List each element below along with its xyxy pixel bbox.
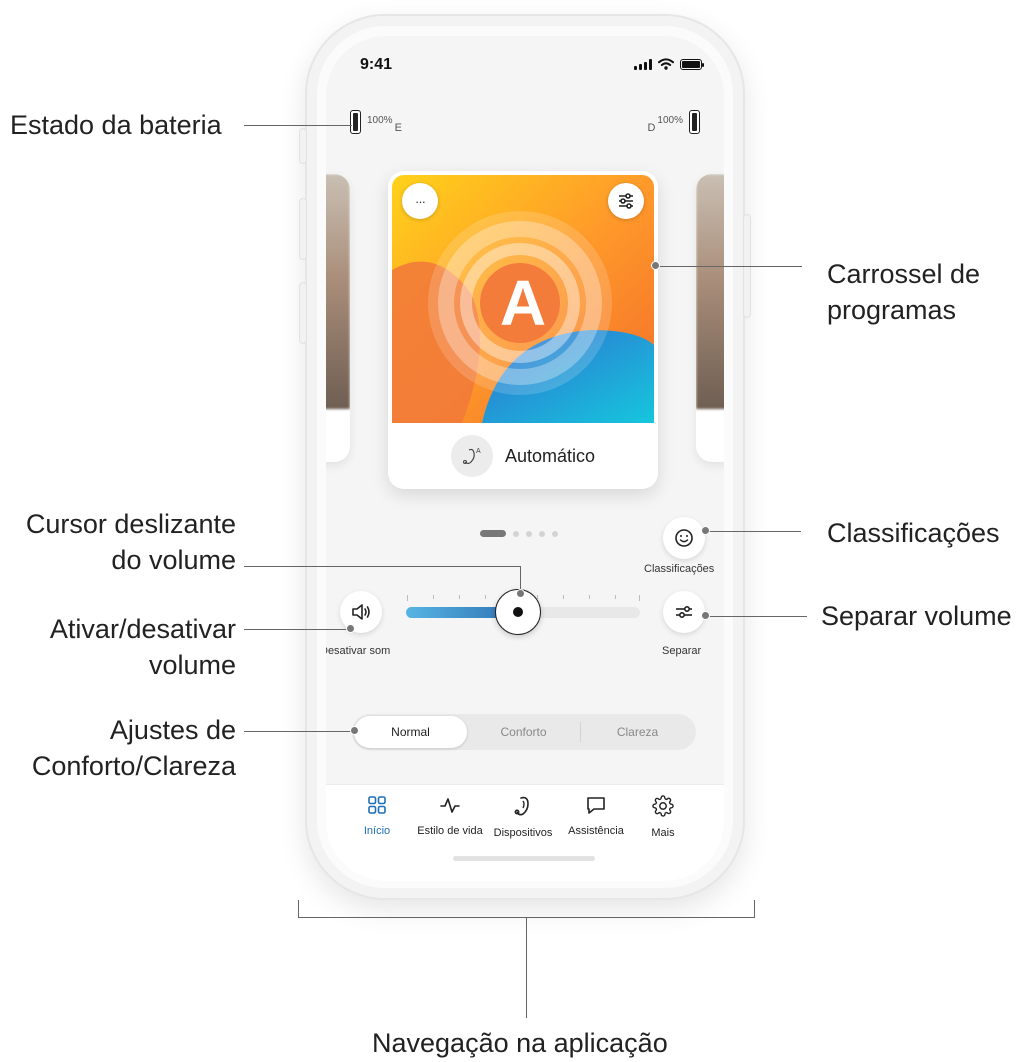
- callout-ratings: Classificações: [827, 518, 1000, 548]
- separate-volume-button[interactable]: [663, 591, 705, 633]
- split-sliders-icon: [676, 605, 692, 619]
- more-icon: ···: [415, 193, 426, 209]
- callout-pin: [346, 624, 355, 633]
- callout-line: [244, 731, 356, 732]
- phone-side-button: [299, 282, 307, 344]
- callout-pin: [651, 261, 660, 270]
- left-battery: 100% E: [350, 110, 402, 134]
- callout-line: [244, 629, 351, 630]
- pager-dot[interactable]: [513, 530, 519, 537]
- callout-program-carousel-line1: Carrossel de: [827, 259, 981, 289]
- nav-item-estilo-de-vida[interactable]: Estilo de vida: [414, 795, 486, 837]
- callout-pin: [350, 726, 359, 735]
- pager-dot[interactable]: [552, 530, 558, 537]
- callout-separate-volume: Separar volume: [821, 601, 1012, 631]
- sliders-icon: [619, 193, 633, 209]
- nav-item-mais[interactable]: Mais: [647, 795, 679, 839]
- nav-label: Início: [363, 825, 391, 837]
- callout-line: [657, 266, 802, 267]
- ratings-button[interactable]: [663, 517, 705, 559]
- callout-pin: [516, 589, 525, 598]
- nav-label: Mais: [651, 827, 675, 839]
- status-time: 9:41: [360, 56, 393, 73]
- nav-label: Estilo de vida: [417, 825, 483, 837]
- callout-comfort-clarity-line1: Ajustes de: [109, 715, 236, 745]
- nav-item-inicio[interactable]: Início: [358, 795, 396, 837]
- carousel-card-previous[interactable]: [326, 174, 350, 462]
- program-name: Automático: [504, 445, 596, 466]
- pager-dot[interactable]: [539, 530, 545, 537]
- nav-label: Dispositivos: [493, 827, 553, 839]
- status-icons: [634, 58, 704, 70]
- signal-icon: [634, 58, 652, 70]
- hearing-aid-auto-icon: A: [450, 435, 493, 477]
- mute-label: Desativar som: [326, 645, 391, 657]
- program-photo: [696, 174, 724, 409]
- callout-volume-slider-line2: do volume: [111, 545, 236, 575]
- bracket-line: [526, 917, 527, 1018]
- ratings-label: Classificações: [644, 563, 715, 575]
- home-indicator[interactable]: [453, 856, 595, 861]
- callout-comfort-clarity-line2: Conforto/Clareza: [31, 751, 236, 781]
- left-battery-percent: 100%: [367, 115, 393, 126]
- callout-toggle-volume-line2: volume: [148, 650, 236, 680]
- pager-dot[interactable]: [526, 530, 532, 537]
- phone-side-button: [299, 128, 307, 164]
- smile-icon: [675, 529, 693, 547]
- nav-item-assistencia[interactable]: Assistência: [562, 795, 630, 837]
- program-card[interactable]: A ··· A Automático: [388, 171, 658, 489]
- callout-program-carousel-line2: programas: [827, 295, 957, 325]
- callout-pin: [701, 526, 710, 535]
- svg-text:A: A: [476, 448, 481, 455]
- grid-icon: [368, 796, 386, 814]
- program-photo: [326, 174, 350, 409]
- callout-line: [244, 125, 352, 126]
- callout-line: [707, 531, 801, 532]
- bracket-line: [754, 900, 755, 918]
- callout-line: [244, 566, 521, 567]
- callout-toggle-volume-line1: Ativar/desativar: [49, 614, 236, 644]
- callout-battery-state: Estado da bateria: [10, 110, 222, 140]
- program-card-footer: A Automático: [388, 423, 658, 489]
- speaker-icon: [352, 604, 370, 620]
- right-battery: D 100%: [647, 110, 700, 134]
- left-side-label: E: [394, 122, 402, 134]
- callout-app-navigation: Navegação na aplicação: [372, 1028, 668, 1058]
- mode-normal[interactable]: Normal: [354, 716, 467, 748]
- activity-icon: [440, 798, 460, 813]
- pager-dot-active[interactable]: [480, 530, 506, 537]
- battery-icon: [350, 110, 361, 134]
- mode-conforto[interactable]: Conforto: [467, 716, 580, 748]
- bracket-line: [298, 900, 299, 918]
- carousel-card-next[interactable]: [696, 174, 724, 462]
- mode-clareza[interactable]: Clareza: [581, 716, 694, 748]
- bottom-navigation: Início Estilo de vida Dispositivos Assis…: [326, 784, 724, 881]
- nav-label: Assistência: [568, 825, 624, 837]
- wifi-icon: [658, 58, 674, 70]
- nav-item-dispositivos[interactable]: Dispositivos: [492, 795, 554, 839]
- callout-volume-slider-line1: Cursor deslizante: [25, 509, 236, 539]
- separate-label: Separar: [662, 645, 702, 657]
- carousel-pager: [480, 530, 558, 537]
- phone-side-button: [299, 198, 307, 260]
- gear-icon: [652, 795, 674, 817]
- battery-icon: [689, 110, 700, 134]
- phone-battery-icon: [680, 58, 704, 70]
- program-letter: A: [499, 267, 547, 339]
- program-settings-button[interactable]: [608, 183, 644, 219]
- sound-mode-selector: Normal Conforto Clareza: [352, 714, 696, 750]
- chat-icon: [587, 797, 605, 814]
- app-screen: 9:41 100% E D 100% A ··· A Automático Cl…: [326, 36, 724, 881]
- program-options-button[interactable]: ···: [402, 183, 438, 219]
- hearing-aid-icon: [514, 796, 529, 816]
- right-battery-percent: 100%: [657, 115, 683, 126]
- right-side-label: D: [647, 122, 656, 134]
- callout-line: [707, 616, 807, 617]
- callout-pin: [701, 611, 710, 620]
